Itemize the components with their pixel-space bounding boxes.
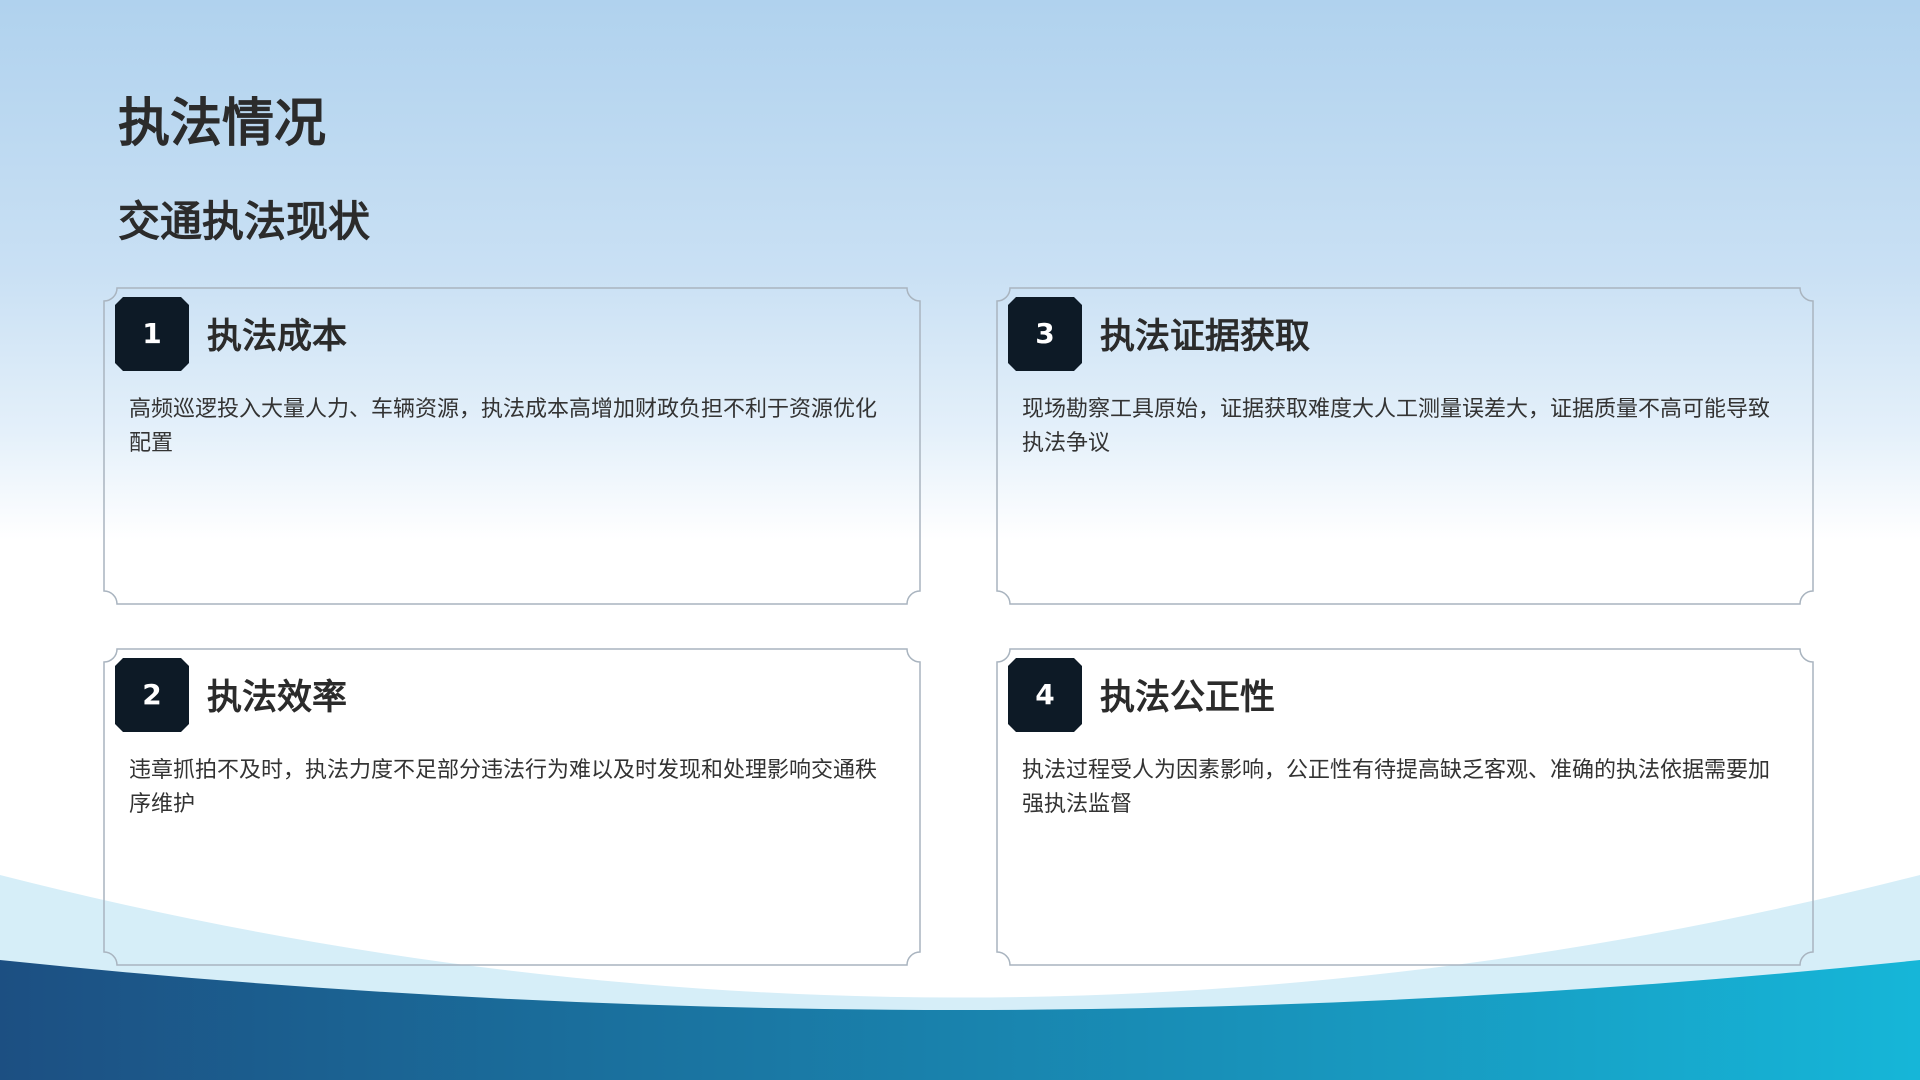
card-fairness: 4 执法公正性 执法过程受人为因素影响，公正性有待提高缺乏客观、准确的执法依据需…	[996, 648, 1814, 966]
card-number-badge: 4	[1008, 658, 1082, 732]
card-text: 违章抓拍不及时，执法力度不足部分违法行为难以及时发现和处理影响交通秩序维护	[129, 758, 878, 817]
card-title: 执法证据获取	[1100, 317, 1311, 357]
card-number-badge: 2	[115, 658, 189, 732]
card-text: 现场勘察工具原始，证据获取难度大人工测量误差大，证据质量不高可能导致执法争议	[1022, 397, 1771, 456]
card-evidence: 3 执法证据获取 现场勘察工具原始，证据获取难度大人工测量误差大，证据质量不高可…	[996, 287, 1814, 605]
card-title: 执法公正性	[1100, 678, 1276, 718]
page-subtitle: 交通执法现状	[118, 197, 371, 246]
card-title: 执法成本	[207, 317, 348, 357]
card-text: 高频巡逻投入大量人力、车辆资源，执法成本高增加财政负担不利于资源优化配置	[129, 397, 878, 456]
card-number-badge: 3	[1008, 297, 1082, 371]
page-title: 执法情况	[118, 94, 327, 154]
card-number-badge: 1	[115, 297, 189, 371]
card-efficiency: 2 执法效率 违章抓拍不及时，执法力度不足部分违法行为难以及时发现和处理影响交通…	[103, 648, 921, 966]
card-cost: 1 执法成本 高频巡逻投入大量人力、车辆资源，执法成本高增加财政负担不利于资源优…	[103, 287, 921, 605]
card-text: 执法过程受人为因素影响，公正性有待提高缺乏客观、准确的执法依据需要加强执法监督	[1022, 758, 1771, 817]
card-title: 执法效率	[207, 678, 348, 718]
